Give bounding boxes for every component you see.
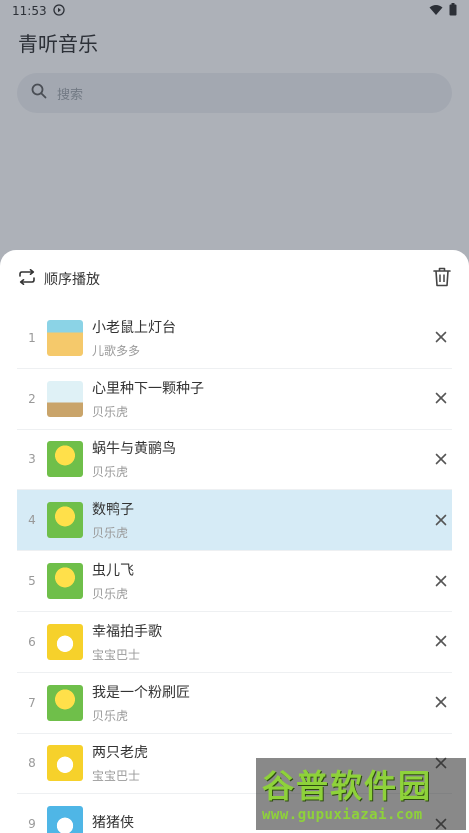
track-index: 3 xyxy=(28,452,36,467)
track-title: 心里种下一颗种子 xyxy=(92,380,204,397)
track-info: 两只老虎 宝宝巴士 xyxy=(92,742,148,784)
track-info: 小老鼠上灯台 儿歌多多 xyxy=(92,317,176,359)
close-icon xyxy=(435,693,447,712)
track-index: 8 xyxy=(28,756,36,771)
album-cover xyxy=(47,806,83,833)
watermark-text: 谷普软件园 xyxy=(262,767,433,805)
remove-track-button[interactable] xyxy=(432,572,450,590)
track-title: 蜗牛与黄鹂鸟 xyxy=(92,441,176,458)
track-artist: 贝乐虎 xyxy=(92,587,129,602)
album-cover xyxy=(47,380,83,417)
track-artist: 贝乐虎 xyxy=(92,404,129,419)
repeat-icon xyxy=(18,269,36,289)
track-info: 心里种下一颗种子 贝乐虎 xyxy=(92,378,204,420)
playlist-row[interactable]: 6 幸福拍手歌 宝宝巴士 xyxy=(17,612,452,673)
track-title: 数鸭子 xyxy=(92,502,134,519)
track-index: 2 xyxy=(28,391,36,406)
close-icon xyxy=(435,632,447,651)
playlist-row[interactable]: 1 小老鼠上灯台 儿歌多多 xyxy=(17,308,452,369)
track-title: 两只老虎 xyxy=(92,745,148,762)
remove-track-button[interactable] xyxy=(432,450,450,468)
playlist-row[interactable]: 4 数鸭子 贝乐虎 xyxy=(17,490,452,552)
close-icon xyxy=(435,328,447,347)
playlist-row[interactable]: 3 蜗牛与黄鹂鸟 贝乐虎 xyxy=(17,430,452,491)
play-mode-button[interactable]: 顺序播放 xyxy=(18,269,100,289)
track-title: 猪猪侠 xyxy=(92,814,134,831)
track-artist: 贝乐虎 xyxy=(92,526,129,541)
track-artist: 儿歌多多 xyxy=(92,343,141,358)
play-mode-label: 顺序播放 xyxy=(44,272,100,288)
playlist: 1 小老鼠上灯台 儿歌多多 2 心里种下一颗种子 贝乐虎 3 蜗牛与黄鹂鸟 贝乐… xyxy=(17,308,452,833)
trash-icon xyxy=(433,267,451,291)
album-cover xyxy=(47,623,83,660)
remove-track-button[interactable] xyxy=(432,633,450,651)
track-index: 9 xyxy=(28,817,36,832)
track-index: 7 xyxy=(28,695,36,710)
close-icon xyxy=(435,511,447,530)
track-info: 虫儿飞 贝乐虎 xyxy=(92,560,134,602)
album-cover xyxy=(47,502,83,539)
track-info: 蜗牛与黄鹂鸟 贝乐虎 xyxy=(92,438,176,480)
remove-track-button[interactable] xyxy=(432,329,450,347)
album-cover xyxy=(47,745,83,782)
clear-playlist-button[interactable] xyxy=(433,267,451,291)
track-info: 幸福拍手歌 宝宝巴士 xyxy=(92,621,162,663)
remove-track-button[interactable] xyxy=(432,390,450,408)
close-icon xyxy=(435,389,447,408)
track-index: 5 xyxy=(28,574,36,589)
track-title: 小老鼠上灯台 xyxy=(92,319,176,336)
track-artist: 贝乐虎 xyxy=(92,708,129,723)
album-cover xyxy=(47,563,83,600)
track-artist: 宝宝巴士 xyxy=(92,769,141,784)
watermark-url: www.gupuxiazai.com xyxy=(262,807,423,823)
remove-track-button[interactable] xyxy=(432,694,450,712)
track-title: 幸福拍手歌 xyxy=(92,623,162,640)
playlist-row[interactable]: 7 我是一个粉刷匠 贝乐虎 xyxy=(17,673,452,734)
album-cover xyxy=(47,441,83,478)
track-artist: 贝乐虎 xyxy=(92,465,129,480)
track-info: 猪猪侠 xyxy=(92,812,134,833)
watermark: 谷普软件园 www.gupuxiazai.com xyxy=(256,758,466,830)
remove-track-button[interactable] xyxy=(432,511,450,529)
track-title: 虫儿飞 xyxy=(92,563,134,580)
close-icon xyxy=(435,450,447,469)
sheet-header: 顺序播放 xyxy=(0,250,469,308)
track-index: 6 xyxy=(28,634,36,649)
playlist-row[interactable]: 2 心里种下一颗种子 贝乐虎 xyxy=(17,369,452,430)
playlist-sheet: 顺序播放 1 小老鼠上灯台 儿歌多多 2 心里种下一颗种子 贝乐虎 3 蜗牛与黄… xyxy=(0,250,469,833)
track-index: 4 xyxy=(28,513,36,528)
playlist-row[interactable]: 5 虫儿飞 贝乐虎 xyxy=(17,551,452,612)
close-icon xyxy=(435,572,447,591)
track-info: 我是一个粉刷匠 贝乐虎 xyxy=(92,682,190,724)
album-cover xyxy=(47,319,83,356)
track-index: 1 xyxy=(28,330,36,345)
track-title: 我是一个粉刷匠 xyxy=(92,684,190,701)
track-artist: 宝宝巴士 xyxy=(92,647,141,662)
track-info: 数鸭子 贝乐虎 xyxy=(92,499,134,541)
album-cover xyxy=(47,684,83,721)
